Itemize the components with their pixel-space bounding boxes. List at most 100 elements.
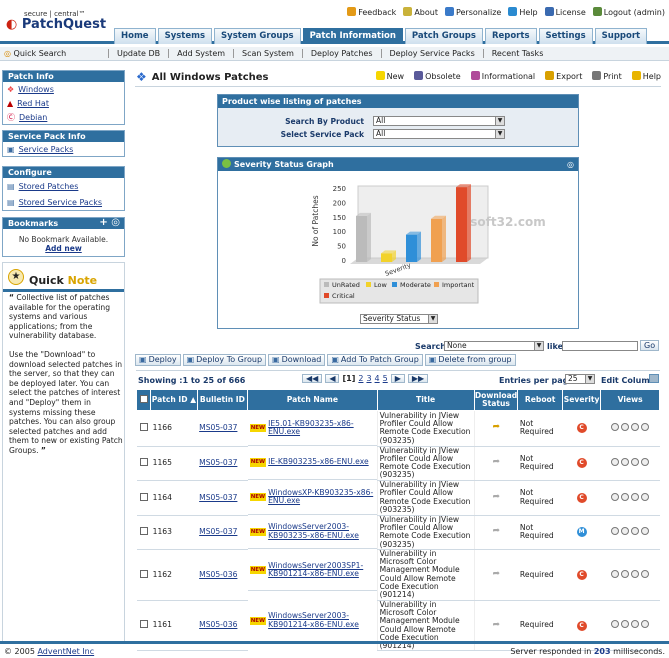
systems-icon[interactable] (631, 457, 640, 466)
page-link[interactable]: [1] (342, 374, 355, 383)
col-bulletin-id[interactable]: Bulletin ID (196, 389, 249, 411)
quick-search-link[interactable]: ◎ Quick Search (0, 49, 108, 58)
deploy-to-group-button[interactable]: ▣ Deploy To Group (182, 354, 267, 366)
sidebar-link-windows[interactable]: Windows (18, 85, 54, 94)
sidebar-link-stored-patches[interactable]: Stored Patches (19, 182, 79, 191)
first-page-button[interactable]: ◀◀ (302, 374, 323, 383)
schedule-icon[interactable] (611, 620, 620, 629)
sidebar-item-stored-service-packs[interactable]: ▤ Stored Service Packs (3, 194, 124, 210)
page-link[interactable]: 2 (358, 374, 363, 383)
downloaded-icon[interactable]: ➦ (491, 423, 501, 433)
tab-system-groups[interactable]: System Groups (214, 28, 301, 44)
details-icon[interactable] (641, 620, 650, 629)
edit-column-link[interactable]: Edit Column (601, 376, 655, 385)
status-icon[interactable] (621, 527, 630, 536)
subnav-scan-system[interactable]: Scan System (233, 49, 302, 58)
not-downloaded-icon[interactable]: ➦ (491, 492, 501, 503)
row-checkbox[interactable] (139, 569, 148, 578)
patch-name-link[interactable]: WindowsServer2003-KB901214-x86-ENU.exe (268, 612, 374, 629)
tab-patch-groups[interactable]: Patch Groups (404, 28, 483, 44)
col-reboot[interactable]: Reboot (517, 389, 563, 411)
edit-column-icon[interactable] (649, 374, 659, 383)
service-pack-select[interactable]: All ▼ (373, 129, 505, 139)
top-link-feedback[interactable]: Feedback (347, 7, 396, 17)
not-downloaded-icon[interactable]: ➦ (491, 620, 501, 631)
page-link[interactable]: 4 (375, 374, 380, 383)
schedule-icon[interactable] (611, 569, 620, 578)
row-checkbox[interactable] (139, 620, 148, 629)
systems-icon[interactable] (631, 620, 640, 629)
subnav-recent-tasks[interactable]: Recent Tasks (482, 49, 552, 58)
table-row[interactable]: 1163 MS05-037 NEW WindowsServer2003-KB90323… (136, 515, 660, 550)
row-checkbox[interactable] (139, 492, 148, 501)
bulletin-link[interactable]: MS05-036 (199, 570, 237, 579)
product-select[interactable]: All ▼ (373, 116, 505, 126)
details-icon[interactable] (641, 457, 650, 466)
page-link[interactable]: 3 (366, 374, 371, 383)
action-export[interactable]: Export (545, 71, 582, 81)
top-link-help[interactable]: Help (508, 7, 538, 17)
schedule-icon[interactable] (611, 492, 620, 501)
sidebar-item-service-packs[interactable]: ▣ Service Packs (3, 142, 124, 156)
subnav-add-system[interactable]: Add System (168, 49, 233, 58)
search-field-select[interactable]: None ▼ (444, 341, 544, 351)
tab-home[interactable]: Home (114, 28, 156, 44)
add-bookmark-icon[interactable]: + ◎ (99, 217, 120, 228)
status-icon[interactable] (621, 492, 630, 501)
page-link[interactable]: 5 (383, 374, 388, 383)
subnav-deploy-service-packs[interactable]: Deploy Service Packs (380, 49, 483, 58)
sidebar-item-debian[interactable]: Ⓒ Debian (3, 110, 124, 124)
col-severity[interactable]: Severity (561, 389, 602, 411)
tab-systems[interactable]: Systems (157, 28, 213, 44)
sidebar-item-stored-patches[interactable]: ▤ Stored Patches (3, 178, 124, 194)
download-button[interactable]: ▣ Download (268, 354, 326, 366)
top-link-personalize[interactable]: Personalize (444, 7, 501, 17)
row-checkbox[interactable] (139, 457, 148, 466)
patch-name-link[interactable]: IE5.01-KB903235-x86-ENU.exe (268, 419, 374, 437)
patch-name-link[interactable]: WindowsServer2003-KB903235-x86-ENU.exe (268, 523, 374, 540)
table-row[interactable]: 1165 MS05-037 NEW IE-KB903235-x86-ENU.exe Vu… (136, 446, 660, 481)
patch-name-link[interactable]: WindowsServer2003SP1-KB901214-x86-ENU.ex… (268, 561, 374, 579)
sidebar-item-red-hat[interactable]: ▲ Red Hat (3, 96, 124, 110)
action-obsolete[interactable]: Obsolete (414, 71, 461, 81)
next-page-button[interactable]: ▶ (390, 374, 405, 383)
details-icon[interactable] (641, 569, 650, 578)
tab-settings[interactable]: Settings (538, 28, 593, 44)
subnav-update-db[interactable]: Update DB (108, 49, 168, 58)
status-icon[interactable] (621, 423, 630, 432)
systems-icon[interactable] (631, 569, 640, 578)
not-downloaded-icon[interactable]: ➦ (491, 458, 501, 468)
table-row[interactable]: 1166 MS05-037 NEW IE5.01-KB903235-x86-ENU.e… (136, 410, 660, 447)
status-icon[interactable] (621, 457, 630, 466)
last-page-button[interactable]: ▶▶ (407, 374, 429, 383)
sidebar-link-debian[interactable]: Debian (19, 113, 47, 122)
tab-reports[interactable]: Reports (484, 28, 537, 44)
schedule-icon[interactable] (611, 423, 620, 432)
sidebar-link-red-hat[interactable]: Red Hat (17, 99, 49, 108)
prev-page-button[interactable]: ◀ (325, 374, 340, 383)
systems-icon[interactable] (631, 492, 640, 501)
add-new-bookmark-link[interactable]: Add new (45, 244, 82, 253)
not-downloaded-icon[interactable]: ➦ (491, 527, 501, 537)
bulletin-link[interactable]: MS05-037 (199, 493, 237, 502)
go-button[interactable]: Go (640, 340, 660, 351)
delete-from-group-button[interactable]: ▣ Delete from group (424, 354, 516, 366)
company-link[interactable]: AdventNet Inc (37, 647, 94, 656)
bulletin-link[interactable]: MS05-037 (199, 458, 237, 467)
col-patch-name[interactable]: Patch Name (247, 389, 378, 411)
not-downloaded-icon[interactable]: ➦ (491, 569, 501, 580)
sidebar-item-windows[interactable]: ❖ Windows (3, 82, 124, 96)
action-help[interactable]: Help (631, 71, 661, 81)
logo[interactable]: ◐ PatchQuest (6, 17, 106, 32)
top-link-about[interactable]: About (403, 7, 438, 17)
table-row[interactable]: 1162 MS05-036 NEW WindowsServer2003SP1-KB90… (136, 549, 660, 601)
systems-icon[interactable] (631, 527, 640, 536)
subnav-deploy-patches[interactable]: Deploy Patches (301, 49, 381, 58)
bulletin-link[interactable]: MS05-037 (199, 423, 237, 432)
sidebar-link-stored-service-packs[interactable]: Stored Service Packs (19, 198, 102, 207)
collapse-icon[interactable]: ◎ (567, 158, 574, 171)
select-all-checkbox[interactable] (139, 395, 148, 403)
schedule-icon[interactable] (611, 527, 620, 536)
tab-support[interactable]: Support (594, 28, 648, 44)
bulletin-link[interactable]: MS05-036 (199, 620, 237, 629)
